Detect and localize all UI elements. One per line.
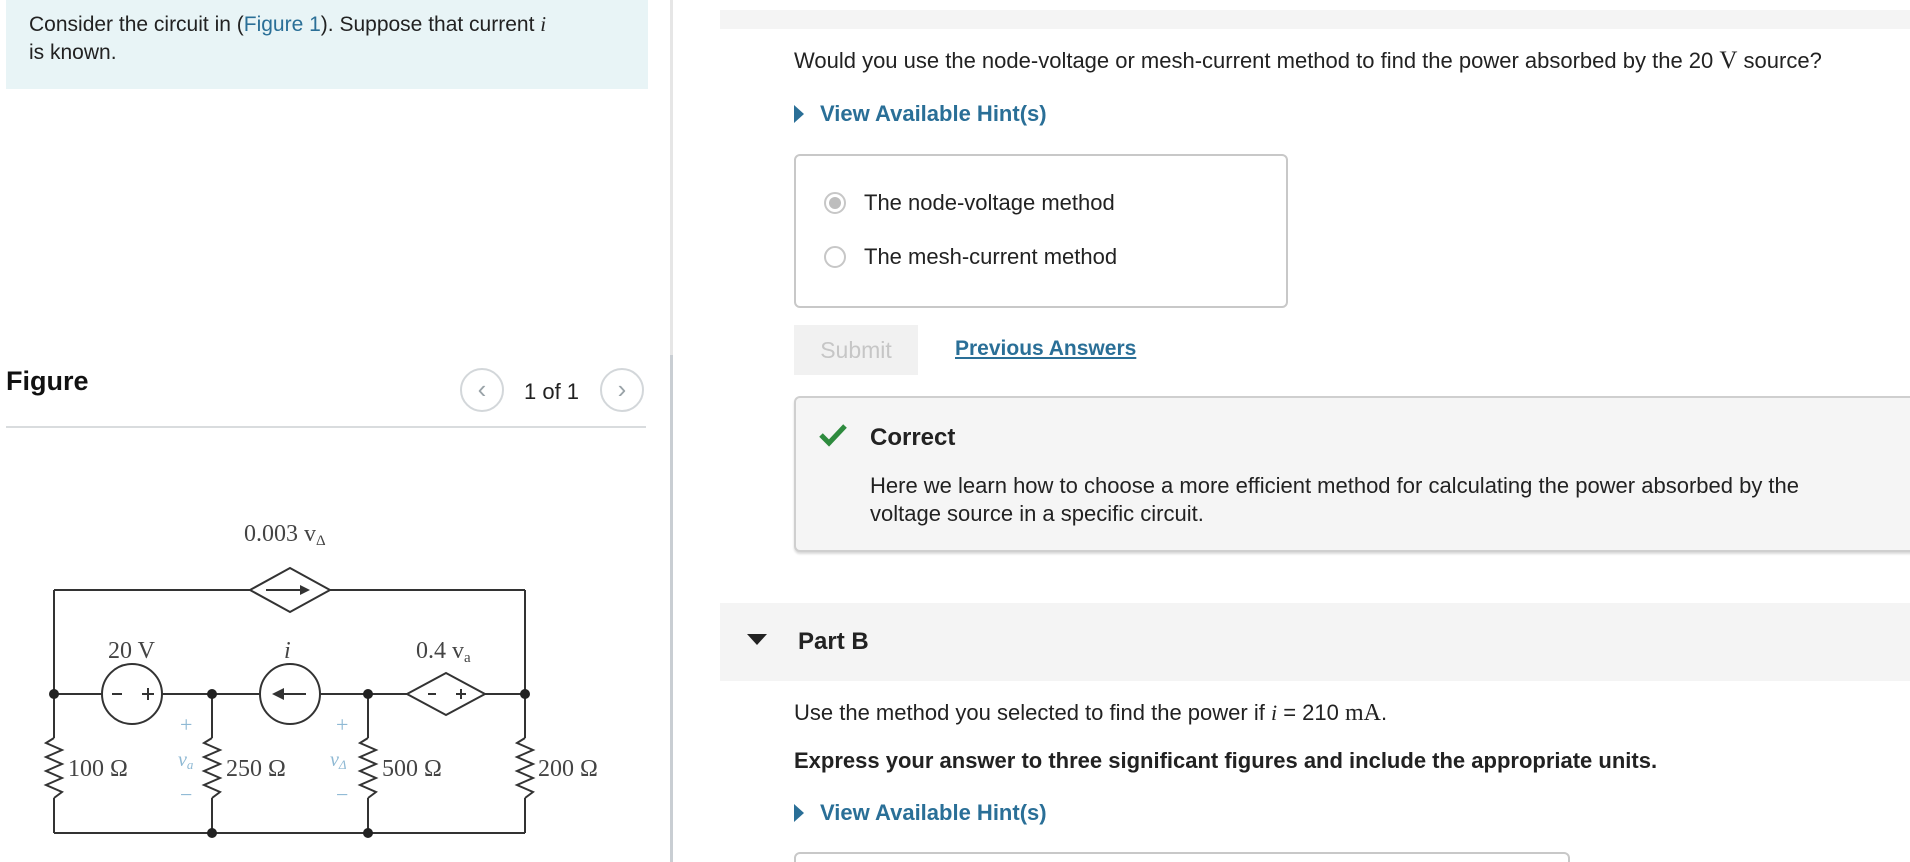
part-b-question: Use the method you selected to find the … [794, 700, 1388, 726]
label-vsource: 20 V [108, 638, 156, 664]
checkmark-icon [819, 424, 847, 447]
feedback-title: Correct [870, 424, 956, 451]
part-a-question: Would you use the node-voltage or mesh-c… [794, 47, 1822, 74]
label-r250: 250 Ω [226, 756, 286, 782]
intro-var-i: i [540, 12, 547, 36]
resistor-100 [43, 737, 65, 799]
part-b-header[interactable]: Part B [720, 603, 1910, 681]
previous-answers-link[interactable]: Previous Answers [955, 337, 1136, 361]
chevron-right-icon: › [617, 374, 627, 404]
intro-text-pre: Consider the circuit in ( [29, 13, 244, 36]
resistor-500 [357, 737, 379, 799]
resistor-200 [514, 737, 536, 799]
part-b-hint-toggle[interactable]: View Available Hint(s) [794, 800, 1047, 826]
intro-text-line2: is known. [29, 41, 117, 64]
vdelta-minus: − [336, 782, 348, 807]
figure-divider [6, 426, 646, 428]
vdelta-plus: + [336, 712, 348, 737]
va-minus: − [180, 782, 192, 807]
figure-next-button[interactable]: › [600, 368, 644, 412]
part-a-hint-toggle[interactable]: View Available Hint(s) [794, 101, 1047, 127]
figure-heading: Figure [6, 366, 89, 396]
label-r500: 500 Ω [382, 756, 442, 782]
feedback-correct: Correct Here we learn how to choose a mo… [794, 396, 1910, 552]
chevron-left-icon: ‹ [477, 374, 487, 404]
radio-empty-icon[interactable] [824, 246, 846, 268]
caret-right-icon [794, 105, 804, 123]
radio-selected-icon[interactable] [824, 192, 846, 214]
left-scrollbar-thumb[interactable] [670, 355, 673, 862]
intro-text-post: ). Suppose that current [320, 13, 541, 36]
circuit-diagram: 0.003 vΔ 20 V i 0.4 va 100 Ω 250 Ω 500 Ω… [43, 521, 598, 838]
feedback-text: Here we learn how to choose a more effic… [870, 473, 1800, 526]
label-r100: 100 Ω [68, 756, 128, 782]
option-node-voltage[interactable]: The node-voltage method [824, 190, 1115, 216]
label-isource: i [284, 638, 291, 664]
figure-link[interactable]: Figure 1 [244, 13, 321, 36]
left-pane: Consider the circuit in (Figure 1). Supp… [0, 0, 672, 862]
label-dependent-voltage: 0.4 va [416, 638, 471, 666]
label-dependent-current: 0.003 vΔ [244, 521, 326, 549]
part-a-header-band [720, 10, 1910, 29]
label-r200: 200 Ω [538, 756, 598, 782]
submit-button[interactable]: Submit [794, 325, 918, 375]
label-va: va [178, 749, 194, 772]
caret-down-icon [747, 634, 767, 645]
figure-pager-text: 1 of 1 [524, 379, 580, 404]
problem-intro: Consider the circuit in (Figure 1). Supp… [6, 0, 648, 89]
part-b-title: Part B [798, 628, 869, 655]
resistor-250 [201, 737, 223, 799]
answer-options: The node-voltage method The mesh-current… [794, 154, 1288, 308]
answer-input-box[interactable] [794, 852, 1570, 862]
option-mesh-current[interactable]: The mesh-current method [824, 244, 1117, 270]
caret-right-icon [794, 804, 804, 822]
label-vdelta: vΔ [330, 749, 347, 772]
dependent-voltage-source [404, 671, 488, 717]
part-b-instruction: Express your answer to three significant… [794, 748, 1658, 773]
figure-prev-button[interactable]: ‹ [460, 368, 504, 412]
va-plus: + [180, 712, 192, 737]
